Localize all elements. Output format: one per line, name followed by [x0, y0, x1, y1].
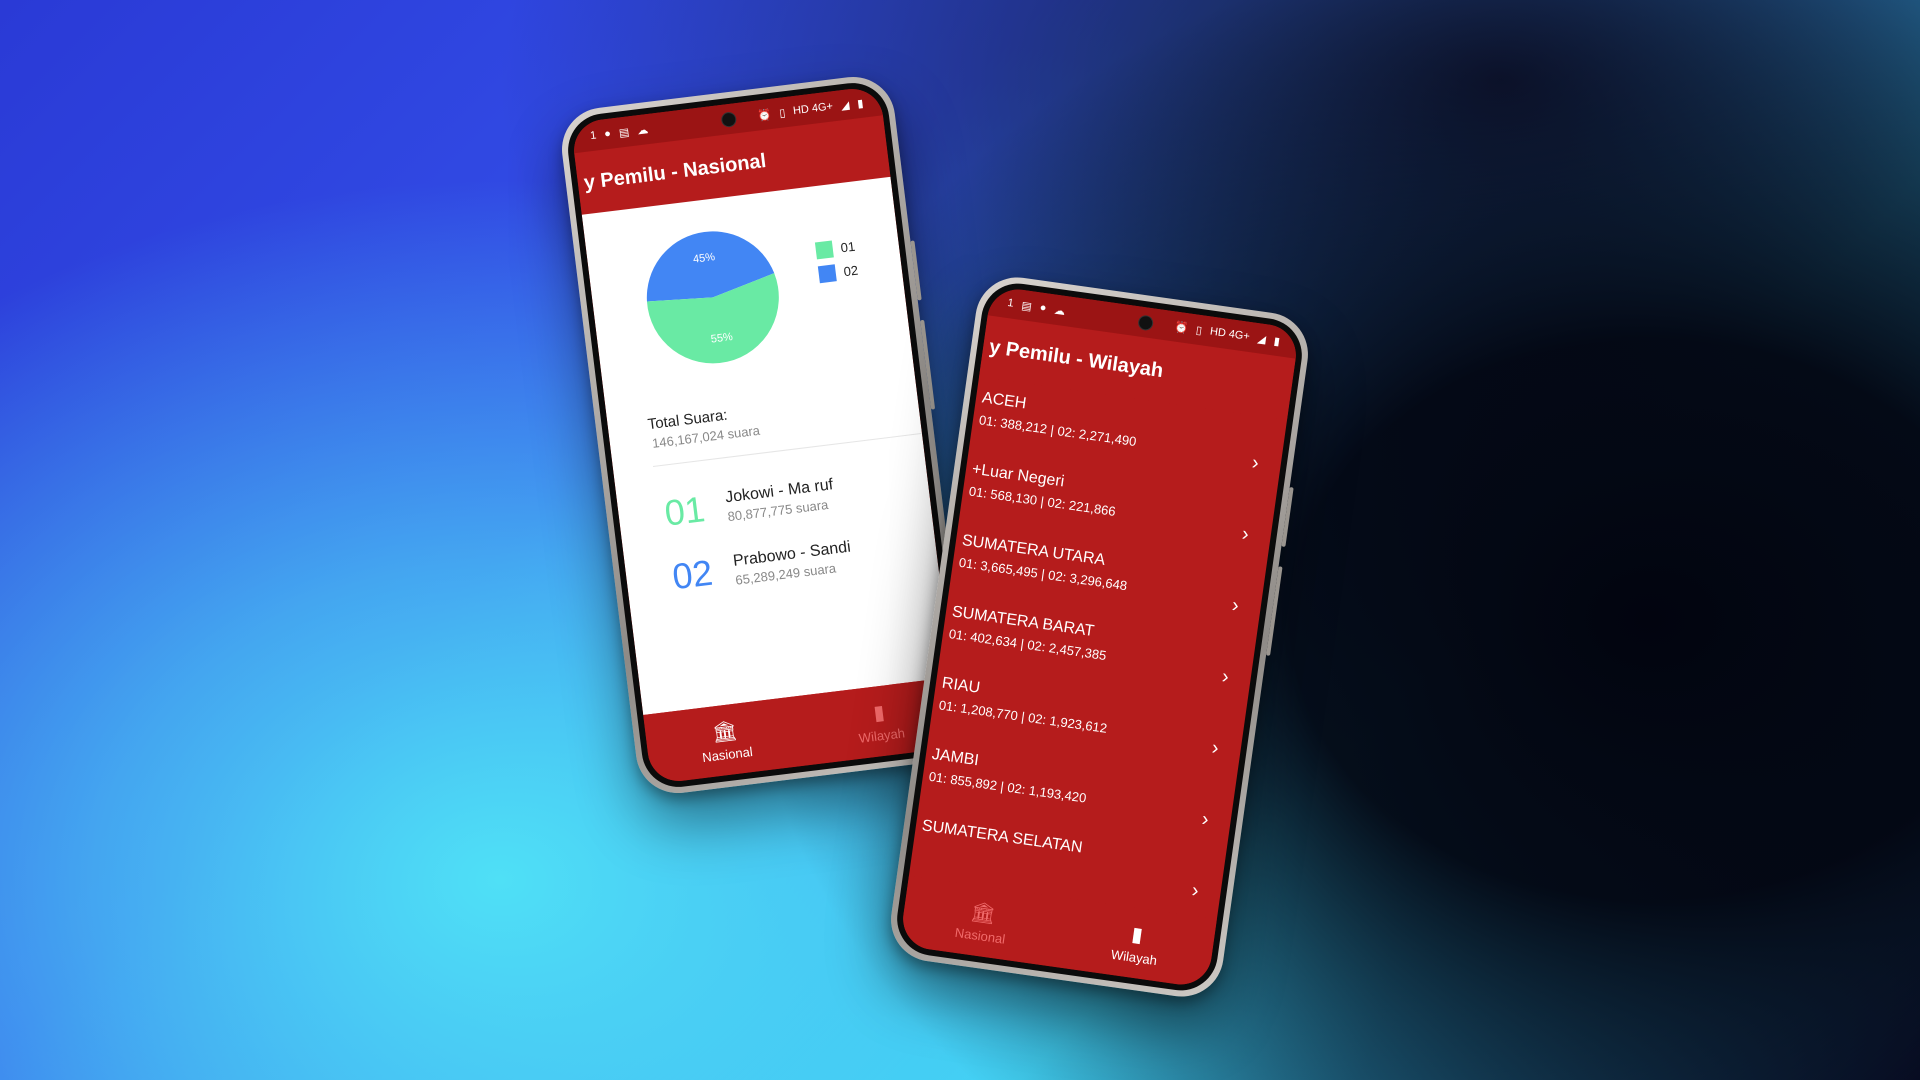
- page-title: y Pemilu - Nasional: [582, 149, 768, 194]
- screen-national: 1 ● ▤ ☁ ⏰ ▯ HD 4G+ ◢ ▮ y Pemilu - Nasion…: [570, 85, 961, 785]
- map-icon: ▮: [1130, 922, 1145, 947]
- legend-swatch: [817, 264, 837, 284]
- nav-label-regional: Wilayah: [857, 724, 906, 746]
- notification-icon: ☁: [1053, 304, 1066, 318]
- battery-icon: ▮: [856, 97, 865, 110]
- nav-tab-national[interactable]: 🏛 Nasional: [698, 716, 754, 765]
- status-time: 1: [589, 129, 598, 143]
- region-list: ACEH 01: 388,212 | 02: 2,271,490 › +Luar…: [909, 377, 1287, 919]
- status-time: 1: [1006, 297, 1015, 310]
- network-label: HD 4G+: [1209, 325, 1251, 343]
- page-title: y Pemilu - Wilayah: [987, 335, 1165, 382]
- notification-icon: ☁: [636, 123, 649, 137]
- nav-tab-national[interactable]: 🏛 Nasional: [954, 897, 1010, 947]
- bank-icon: 🏛: [710, 719, 739, 745]
- message-icon: ▤: [1020, 299, 1033, 313]
- candidate-number: 02: [670, 551, 715, 598]
- nav-label-national: Nasional: [954, 924, 1007, 947]
- candidate-row-02[interactable]: 02 Prabowo - Sandi 65,289,249 suara: [670, 535, 854, 599]
- legend-item-01: 01: [814, 238, 857, 260]
- alarm-icon: ⏰: [1173, 320, 1189, 335]
- candidate-number: 01: [662, 488, 708, 534]
- camera-cutout: [719, 111, 737, 129]
- candidate-row-01[interactable]: 01 Jokowi - Ma ruf 80,877,775 suara: [662, 472, 836, 534]
- screen-regional: 1 ▤ ● ☁ ⏰ ▯ HD 4G+ ◢ ▮ y Pemilu - Wilaya…: [899, 285, 1300, 989]
- alarm-icon: ⏰: [756, 108, 773, 123]
- chevron-right-icon: ›: [1190, 879, 1201, 903]
- signal-icon: ◢: [840, 98, 851, 112]
- chat-icon: ●: [603, 127, 612, 141]
- legend-label: 01: [839, 238, 857, 256]
- legend-label: 02: [842, 262, 859, 280]
- nav-label-regional: Wilayah: [1110, 946, 1159, 968]
- pie-svg: 45%55%: [646, 231, 779, 364]
- nav-tab-regional[interactable]: ▮ Wilayah: [854, 697, 906, 746]
- camera-cutout: [1136, 314, 1154, 332]
- chat-icon: ●: [1038, 301, 1048, 315]
- phone-regional: 1 ▤ ● ☁ ⏰ ▯ HD 4G+ ◢ ▮ y Pemilu - Wilaya…: [885, 272, 1314, 1002]
- signal-icon: ◢: [1256, 332, 1267, 346]
- network-label: HD 4G+: [792, 100, 834, 118]
- battery-icon: ▮: [1273, 334, 1281, 348]
- legend-swatch: [814, 240, 834, 260]
- map-icon: ▮: [872, 701, 886, 725]
- vibrate-icon: ▯: [1195, 324, 1203, 337]
- nav-tab-regional[interactable]: ▮ Wilayah: [1110, 919, 1162, 968]
- national-content: 45% 55% 01 02 Total Suara: 146,167,024 su…: [581, 176, 952, 715]
- chart-legend: 01 02: [814, 238, 860, 290]
- vibrate-icon: ▯: [778, 106, 787, 120]
- bank-icon: 🏛: [969, 900, 998, 926]
- phone-national: 1 ● ▤ ☁ ⏰ ▯ HD 4G+ ◢ ▮ y Pemilu - Nasion…: [557, 72, 974, 798]
- nav-label-national: Nasional: [701, 743, 754, 765]
- message-icon: ▤: [618, 125, 630, 140]
- legend-item-02: 02: [817, 262, 859, 284]
- vote-pie-chart: 45% 55%: [637, 222, 789, 374]
